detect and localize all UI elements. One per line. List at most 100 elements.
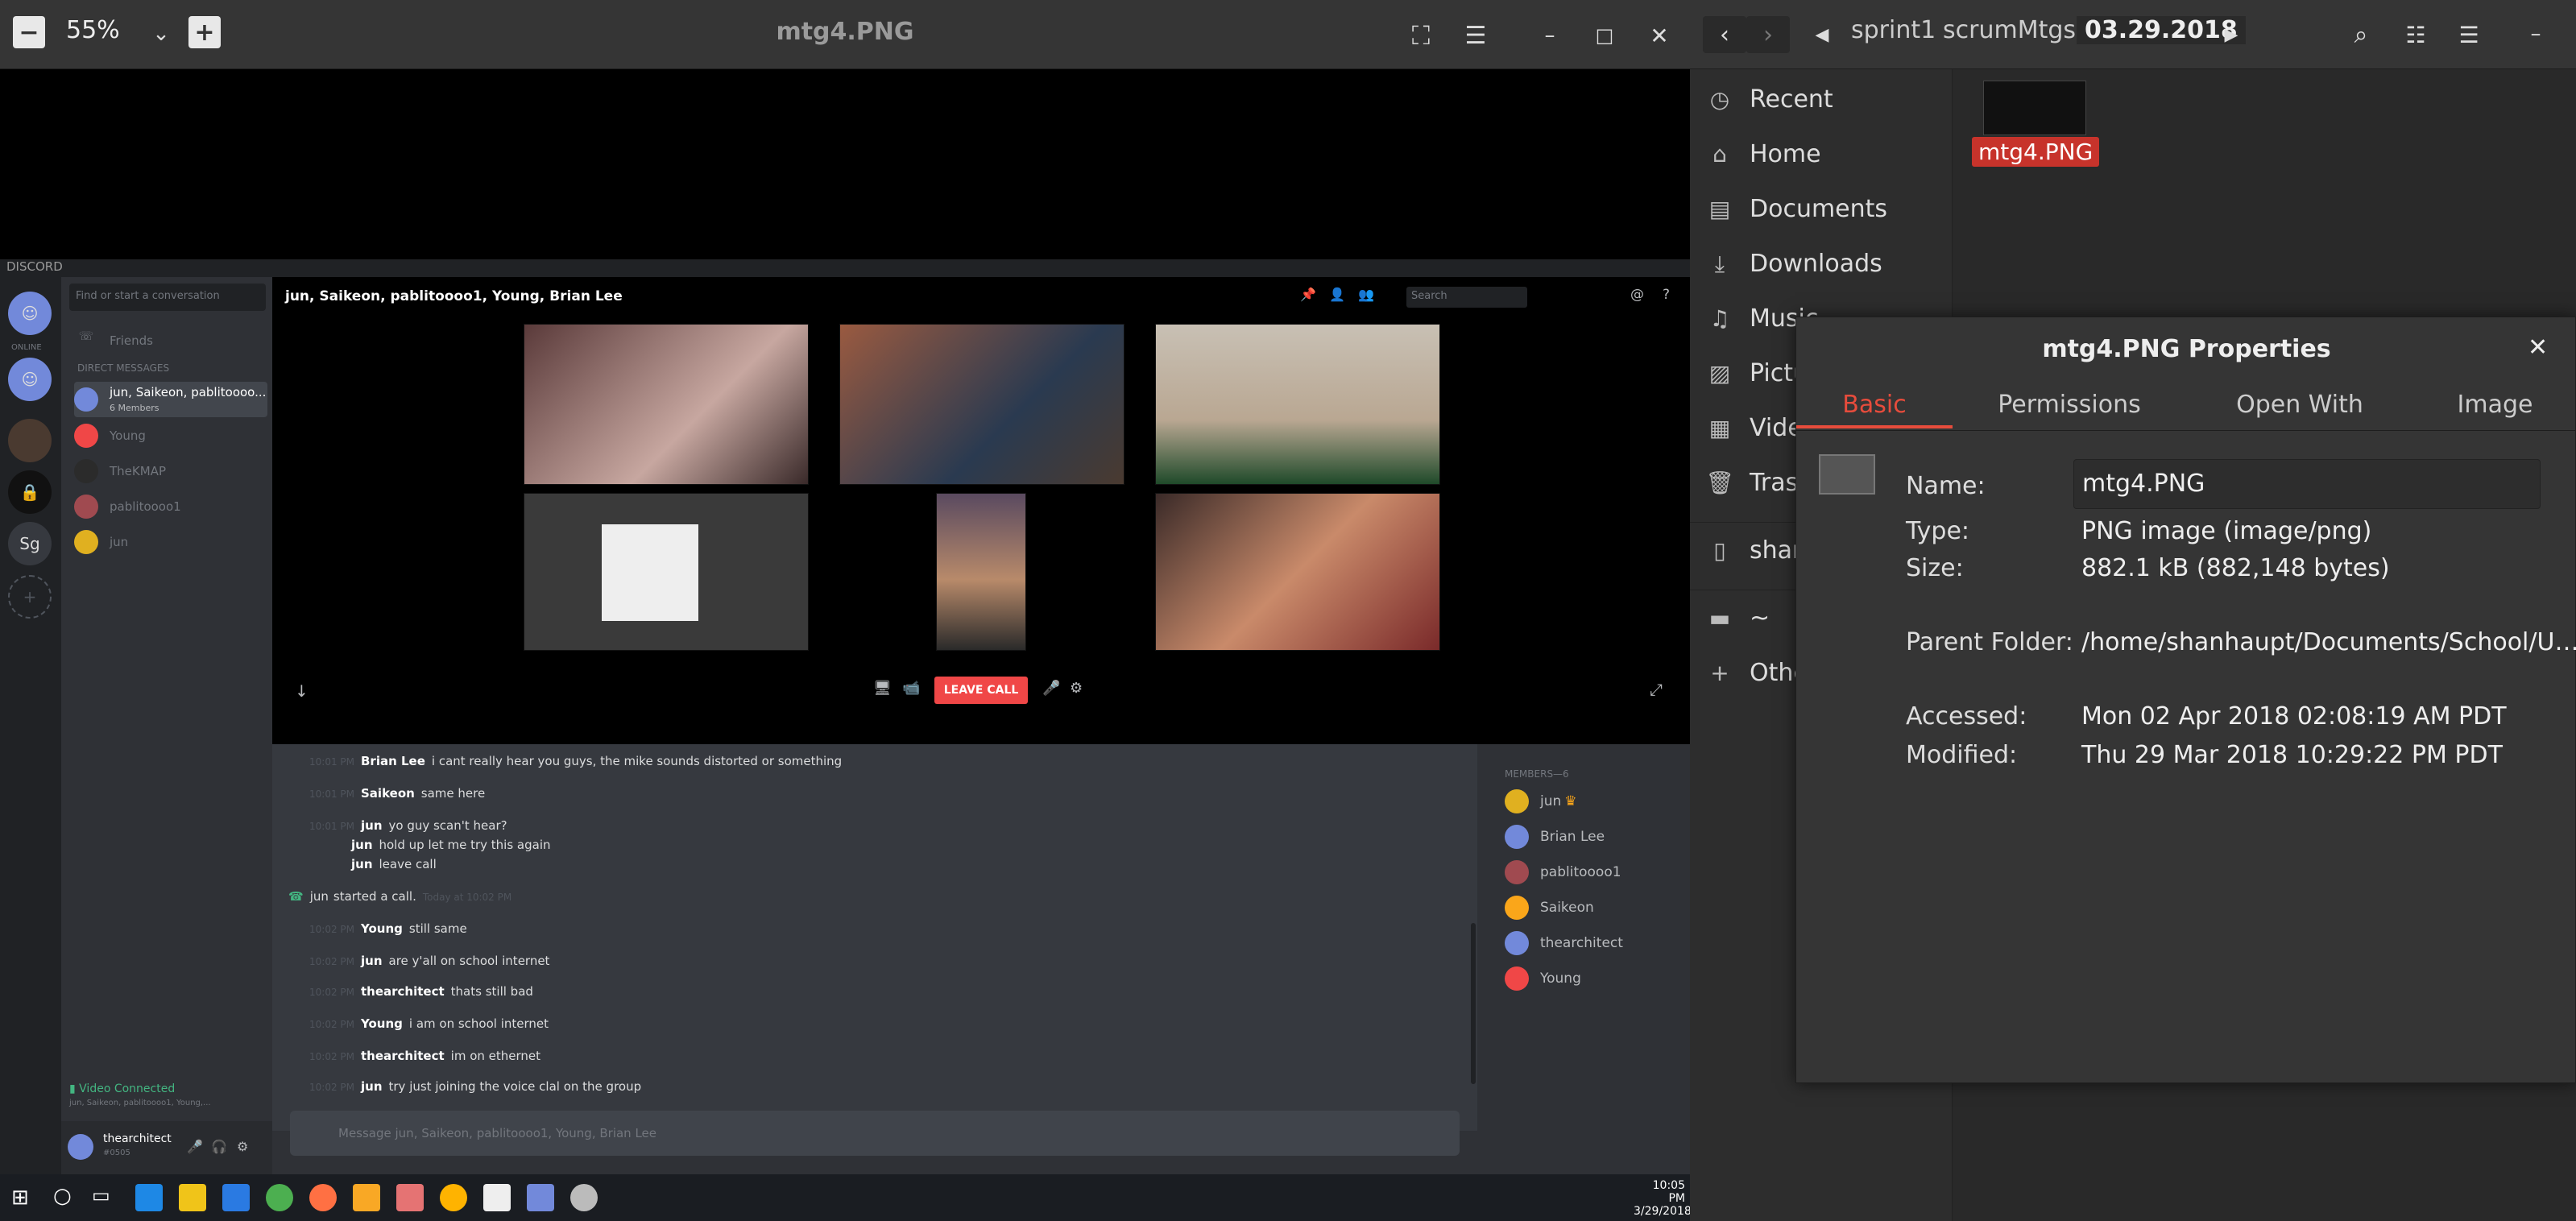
mention-icon[interactable]: @ bbox=[1630, 287, 1644, 303]
app-icon[interactable] bbox=[570, 1184, 598, 1211]
tab-permissions[interactable]: Permissions bbox=[1953, 382, 2186, 428]
server-avatar-1[interactable] bbox=[8, 419, 52, 462]
forward-icon[interactable]: › bbox=[1746, 16, 1790, 53]
firefox-icon[interactable] bbox=[309, 1184, 337, 1211]
member-item[interactable]: jun ♛ bbox=[1505, 789, 1577, 813]
clock-date: 3/29/2018 bbox=[1634, 1205, 1692, 1218]
app-icon[interactable] bbox=[440, 1184, 467, 1211]
user-panel: thearchitect #0505 🎤 🎧 ⚙ bbox=[61, 1121, 272, 1174]
tab-basic[interactable]: Basic bbox=[1796, 382, 1953, 428]
member-item[interactable]: Brian Lee bbox=[1505, 825, 1605, 849]
sidebar-item-downloads[interactable]: ⤓ Downloads bbox=[1706, 250, 1882, 278]
camera-icon[interactable]: 📹 bbox=[902, 680, 920, 697]
friends-item[interactable]: ☏ Friends bbox=[74, 325, 267, 356]
settings-icon[interactable]: ⚙ bbox=[237, 1139, 248, 1154]
list-view-icon[interactable]: ☷ bbox=[2397, 16, 2434, 53]
message: 10:02 PM jun try just joining the voice cl… bbox=[309, 1079, 642, 1094]
members-list: MEMBERS—6 jun ♛ Brian Lee pablitoooo1 Sai… bbox=[1477, 744, 1690, 1174]
viewer-headerbar: − 55% ⌄ + mtg4.PNG ⛶ ☰ – □ ✕ bbox=[0, 0, 1690, 69]
menu-icon[interactable]: ☰ bbox=[2450, 16, 2487, 53]
breadcrumb-sprint1[interactable]: sprint1 bbox=[1851, 16, 1936, 44]
members-icon[interactable]: 👥 bbox=[1358, 287, 1374, 302]
user-tag: #0505 bbox=[103, 1149, 130, 1157]
tab-open-with[interactable]: Open With bbox=[2186, 382, 2413, 428]
server-lock-icon[interactable]: 🔒 bbox=[8, 470, 52, 514]
dm-item-pablitoooo1[interactable]: pablitoooo1 bbox=[74, 491, 267, 522]
dm-item-group[interactable]: jun, Saikeon, pablitoooo... 6 Members bbox=[74, 382, 267, 417]
group-dm-icon[interactable]: ☺ bbox=[8, 358, 52, 401]
sidebar-item-home[interactable]: ⌂ Home bbox=[1706, 140, 1821, 168]
sidebar-item-root[interactable]: ▬ ~ bbox=[1706, 604, 1770, 632]
mail-icon[interactable] bbox=[483, 1184, 511, 1211]
message: 10:02 PM thearchitect im on ethernet bbox=[309, 1049, 541, 1063]
maximize-icon[interactable]: □ bbox=[1588, 19, 1621, 52]
windows-start-icon[interactable]: ⊞ bbox=[11, 1186, 29, 1210]
minimize-icon[interactable]: – bbox=[1534, 19, 1566, 52]
dm-item-young[interactable]: Young bbox=[74, 420, 267, 451]
message: 10:02 PM jun are y'all on school internet bbox=[309, 954, 550, 968]
member-item[interactable]: Young bbox=[1505, 966, 1581, 991]
explorer-icon[interactable] bbox=[222, 1184, 250, 1211]
menu-icon[interactable]: ☰ bbox=[1460, 19, 1492, 52]
edge-icon[interactable] bbox=[135, 1184, 163, 1211]
dm-item-thekmap[interactable]: TheKMAP bbox=[74, 456, 267, 486]
name-input[interactable]: mtg4.PNG bbox=[2073, 459, 2541, 509]
minimize-icon[interactable]: – bbox=[2520, 18, 2552, 50]
avatar bbox=[1505, 966, 1529, 991]
fullscreen-icon[interactable]: ⛶ bbox=[1405, 19, 1437, 52]
add-server-icon[interactable]: + bbox=[8, 575, 52, 619]
call-settings-icon[interactable]: ⚙ bbox=[1070, 680, 1083, 697]
sidebar-label: Home bbox=[1750, 140, 1821, 168]
pin-icon[interactable]: 📌 bbox=[1300, 287, 1316, 302]
parent-folder-value[interactable]: /home/shanhaupt/Documents/School/U… bbox=[2081, 628, 2576, 656]
file-label[interactable]: mtg4.PNG bbox=[1972, 137, 2100, 167]
add-friend-icon[interactable]: 👤 bbox=[1329, 287, 1345, 302]
friends-label: Friends bbox=[110, 333, 153, 348]
discord-titlebar: DISCORD bbox=[0, 259, 1690, 277]
search-icon[interactable]: ⌕ bbox=[2342, 16, 2379, 53]
member-item[interactable]: thearchitect bbox=[1505, 931, 1623, 955]
member-item[interactable]: Saikeon bbox=[1505, 896, 1594, 920]
server-sg[interactable]: Sg bbox=[8, 522, 52, 565]
clock-icon: ◷ bbox=[1709, 86, 1730, 113]
tab-image[interactable]: Image bbox=[2413, 382, 2576, 428]
chrome-icon[interactable] bbox=[266, 1184, 293, 1211]
store-icon[interactable] bbox=[179, 1184, 206, 1211]
back-icon[interactable]: ‹ bbox=[1703, 16, 1746, 53]
dm-name: TheKMAP bbox=[110, 464, 166, 478]
video-tile-1 bbox=[524, 324, 809, 485]
file-type-icon bbox=[1819, 454, 1875, 495]
screenshare-icon[interactable]: 🖥 bbox=[873, 680, 892, 697]
folder-icon[interactable] bbox=[353, 1184, 380, 1211]
breadcrumb-right-icon[interactable]: ▶ bbox=[2215, 16, 2247, 53]
home-icon[interactable]: ☺ bbox=[8, 292, 52, 335]
avatar bbox=[68, 1134, 93, 1160]
mic-icon[interactable]: 🎤 bbox=[187, 1139, 203, 1154]
task-view-icon[interactable]: ▭ bbox=[92, 1184, 110, 1207]
expand-icon[interactable]: ⤢ bbox=[1650, 680, 1663, 699]
server-list: ☺ ONLINE ☺ 🔒 Sg + bbox=[0, 277, 61, 1174]
headphones-icon[interactable]: 🎧 bbox=[211, 1139, 227, 1154]
close-icon[interactable]: ✕ bbox=[1643, 19, 1675, 52]
call-search-input[interactable]: Search bbox=[1406, 287, 1527, 308]
sidebar-item-documents[interactable]: ▤ Documents bbox=[1706, 195, 1887, 223]
discord-taskbar-icon[interactable] bbox=[527, 1184, 554, 1211]
message-input[interactable]: Message jun, Saikeon, pablitoooo1, Young… bbox=[290, 1111, 1460, 1156]
dm-item-jun[interactable]: jun bbox=[74, 527, 267, 557]
member-item[interactable]: pablitoooo1 bbox=[1505, 860, 1621, 884]
sidebar-item-recent[interactable]: ◷ Recent bbox=[1706, 85, 1833, 114]
chat-scrollbar[interactable] bbox=[1471, 923, 1476, 1084]
breadcrumb-left-icon[interactable]: ◀ bbox=[1806, 16, 1838, 53]
git-icon[interactable] bbox=[396, 1184, 424, 1211]
file-thumbnail[interactable] bbox=[1983, 81, 2086, 135]
voice-status: ▮ Video Connected bbox=[69, 1082, 176, 1095]
leave-call-button[interactable]: LEAVE CALL bbox=[934, 677, 1028, 704]
video-tile-2 bbox=[839, 324, 1124, 485]
cortana-icon[interactable]: ○ bbox=[53, 1184, 72, 1208]
collapse-arrow-icon[interactable]: ↓ bbox=[295, 681, 309, 701]
breadcrumb-scrumMtgs[interactable]: scrumMtgs bbox=[1943, 16, 2076, 44]
dm-search-input[interactable]: Find or start a conversation bbox=[69, 284, 266, 311]
mic-icon[interactable]: 🎤 bbox=[1042, 680, 1060, 697]
help-icon[interactable]: ? bbox=[1663, 287, 1670, 303]
close-icon[interactable]: ✕ bbox=[2528, 333, 2548, 362]
